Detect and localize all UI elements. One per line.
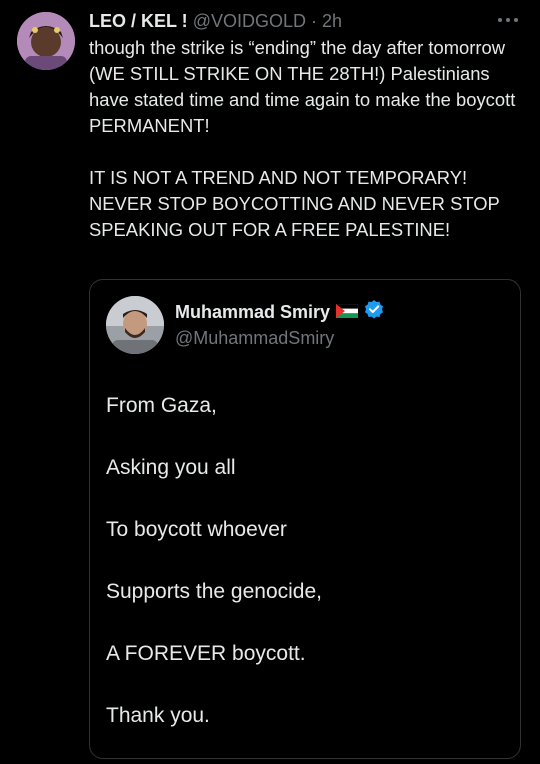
quoted-author-name-row: Muhammad Smiry: [175, 300, 384, 324]
quoted-line: From Gaza,: [106, 394, 217, 417]
more-dots-icon[interactable]: [496, 12, 520, 28]
post-body: though the strike is “ending” the day af…: [89, 35, 521, 243]
post-time[interactable]: 2h: [322, 11, 342, 31]
author-avatar[interactable]: [17, 12, 75, 70]
quoted-line: Asking you all: [106, 456, 236, 479]
quoted-line: Thank you.: [106, 704, 210, 727]
post-paragraph: though the strike is “ending” the day af…: [89, 37, 516, 136]
post[interactable]: LEO / KEL ! @VOIDGOLD · 2h though the st…: [0, 0, 540, 759]
post-header: LEO / KEL ! @VOIDGOLD · 2h: [89, 9, 522, 33]
quoted-line: A FOREVER boycott.: [106, 642, 306, 665]
quoted-line: To boycott whoever: [106, 518, 287, 541]
author-handle[interactable]: @VOIDGOLD: [193, 11, 306, 31]
quoted-post-body: From Gaza, Asking you all To boycott who…: [106, 392, 506, 764]
quoted-author-avatar[interactable]: [106, 296, 164, 354]
post-paragraph: IT IS NOT A TREND AND NOT TEMPORARY! NEV…: [89, 167, 500, 240]
separator: ·: [311, 11, 318, 31]
author-name[interactable]: LEO / KEL !: [89, 11, 188, 31]
verified-badge-icon: [364, 299, 384, 325]
quoted-post[interactable]: Muhammad Smiry @MuhammadSmiry From Gaza,…: [89, 279, 521, 759]
quoted-author-handle[interactable]: @MuhammadSmiry: [175, 326, 334, 350]
quoted-line: Supports the genocide,: [106, 580, 322, 603]
quoted-author-name[interactable]: Muhammad Smiry: [175, 300, 330, 324]
palestine-flag-icon: [335, 300, 359, 324]
